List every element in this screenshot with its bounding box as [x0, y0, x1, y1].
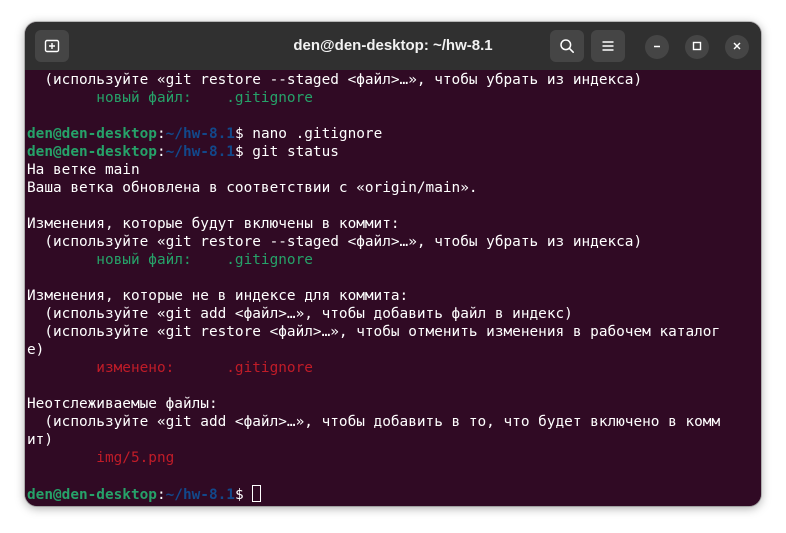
output-line: Изменения, которые не в индексе для комм…	[27, 288, 409, 304]
text-cursor	[252, 485, 262, 502]
output-line: е)	[27, 342, 45, 358]
prompt-path: ~/hw-8.1	[165, 144, 235, 160]
prompt-user: den@den-desktop	[27, 126, 157, 142]
output-line: ит)	[27, 432, 53, 448]
output-line: Изменения, которые будут включены в комм…	[27, 216, 400, 232]
prompt-symbol: $	[234, 487, 244, 503]
prompt-symbol: $	[234, 126, 244, 142]
output-line: (используйте «git restore --staged <файл…	[27, 234, 643, 250]
prompt-colon: :	[156, 144, 166, 160]
output-line: Ваша ветка обновлена в соответствии с «o…	[27, 180, 478, 196]
staged-file-line: новый файл: .gitignore	[27, 90, 313, 106]
prompt-colon: :	[156, 126, 166, 142]
search-button[interactable]	[550, 30, 584, 62]
prompt-line: den@den-desktop:~/hw-8.1$ git status	[27, 143, 720, 161]
unstaged-file-line: img/5.png	[27, 450, 175, 466]
output-line: На ветке main	[27, 162, 140, 178]
hamburger-menu-icon	[600, 38, 616, 54]
minimize-button[interactable]	[645, 35, 669, 59]
output-line: (используйте «git restore --staged <файл…	[27, 72, 643, 88]
prompt-colon: :	[156, 487, 166, 503]
maximize-button[interactable]	[685, 35, 709, 59]
command-text: nano .gitignore	[243, 126, 383, 142]
command-text	[244, 487, 253, 503]
terminal-window: den@den-desktop: ~/hw-8.1 (используйте «…	[25, 22, 761, 506]
close-button[interactable]	[725, 35, 749, 59]
menu-button[interactable]	[591, 30, 625, 62]
maximize-icon	[692, 38, 702, 56]
staged-file-line: новый файл: .gitignore	[27, 252, 313, 268]
prompt-path: ~/hw-8.1	[165, 487, 235, 503]
prompt-user: den@den-desktop	[27, 144, 157, 160]
prompt-path: ~/hw-8.1	[165, 126, 235, 142]
close-icon	[732, 38, 742, 56]
terminal-output[interactable]: (используйте «git restore --staged <файл…	[25, 70, 761, 506]
output-line: (используйте «git add <файл>…», чтобы до…	[27, 414, 721, 430]
output-line: (используйте «git restore <файл>…», чтоб…	[27, 324, 721, 340]
new-tab-icon	[44, 38, 60, 54]
prompt-user: den@den-desktop	[27, 487, 157, 503]
command-text: git status	[243, 144, 339, 160]
prompt-line: den@den-desktop:~/hw-8.1$ nano .gitignor…	[27, 125, 720, 143]
output-line: Неотслеживаемые файлы:	[27, 396, 218, 412]
minimize-icon	[652, 38, 662, 56]
prompt-symbol: $	[234, 144, 244, 160]
search-icon	[559, 38, 575, 54]
output-line: (используйте «git add <файл>…», чтобы до…	[27, 306, 573, 322]
unstaged-file-line: изменено: .gitignore	[27, 360, 313, 376]
prompt-line: den@den-desktop:~/hw-8.1$	[27, 485, 720, 503]
new-tab-button[interactable]	[35, 30, 69, 62]
title-bar[interactable]: den@den-desktop: ~/hw-8.1	[25, 22, 761, 70]
terminal-lines: (используйте «git restore --staged <файл…	[27, 71, 720, 503]
